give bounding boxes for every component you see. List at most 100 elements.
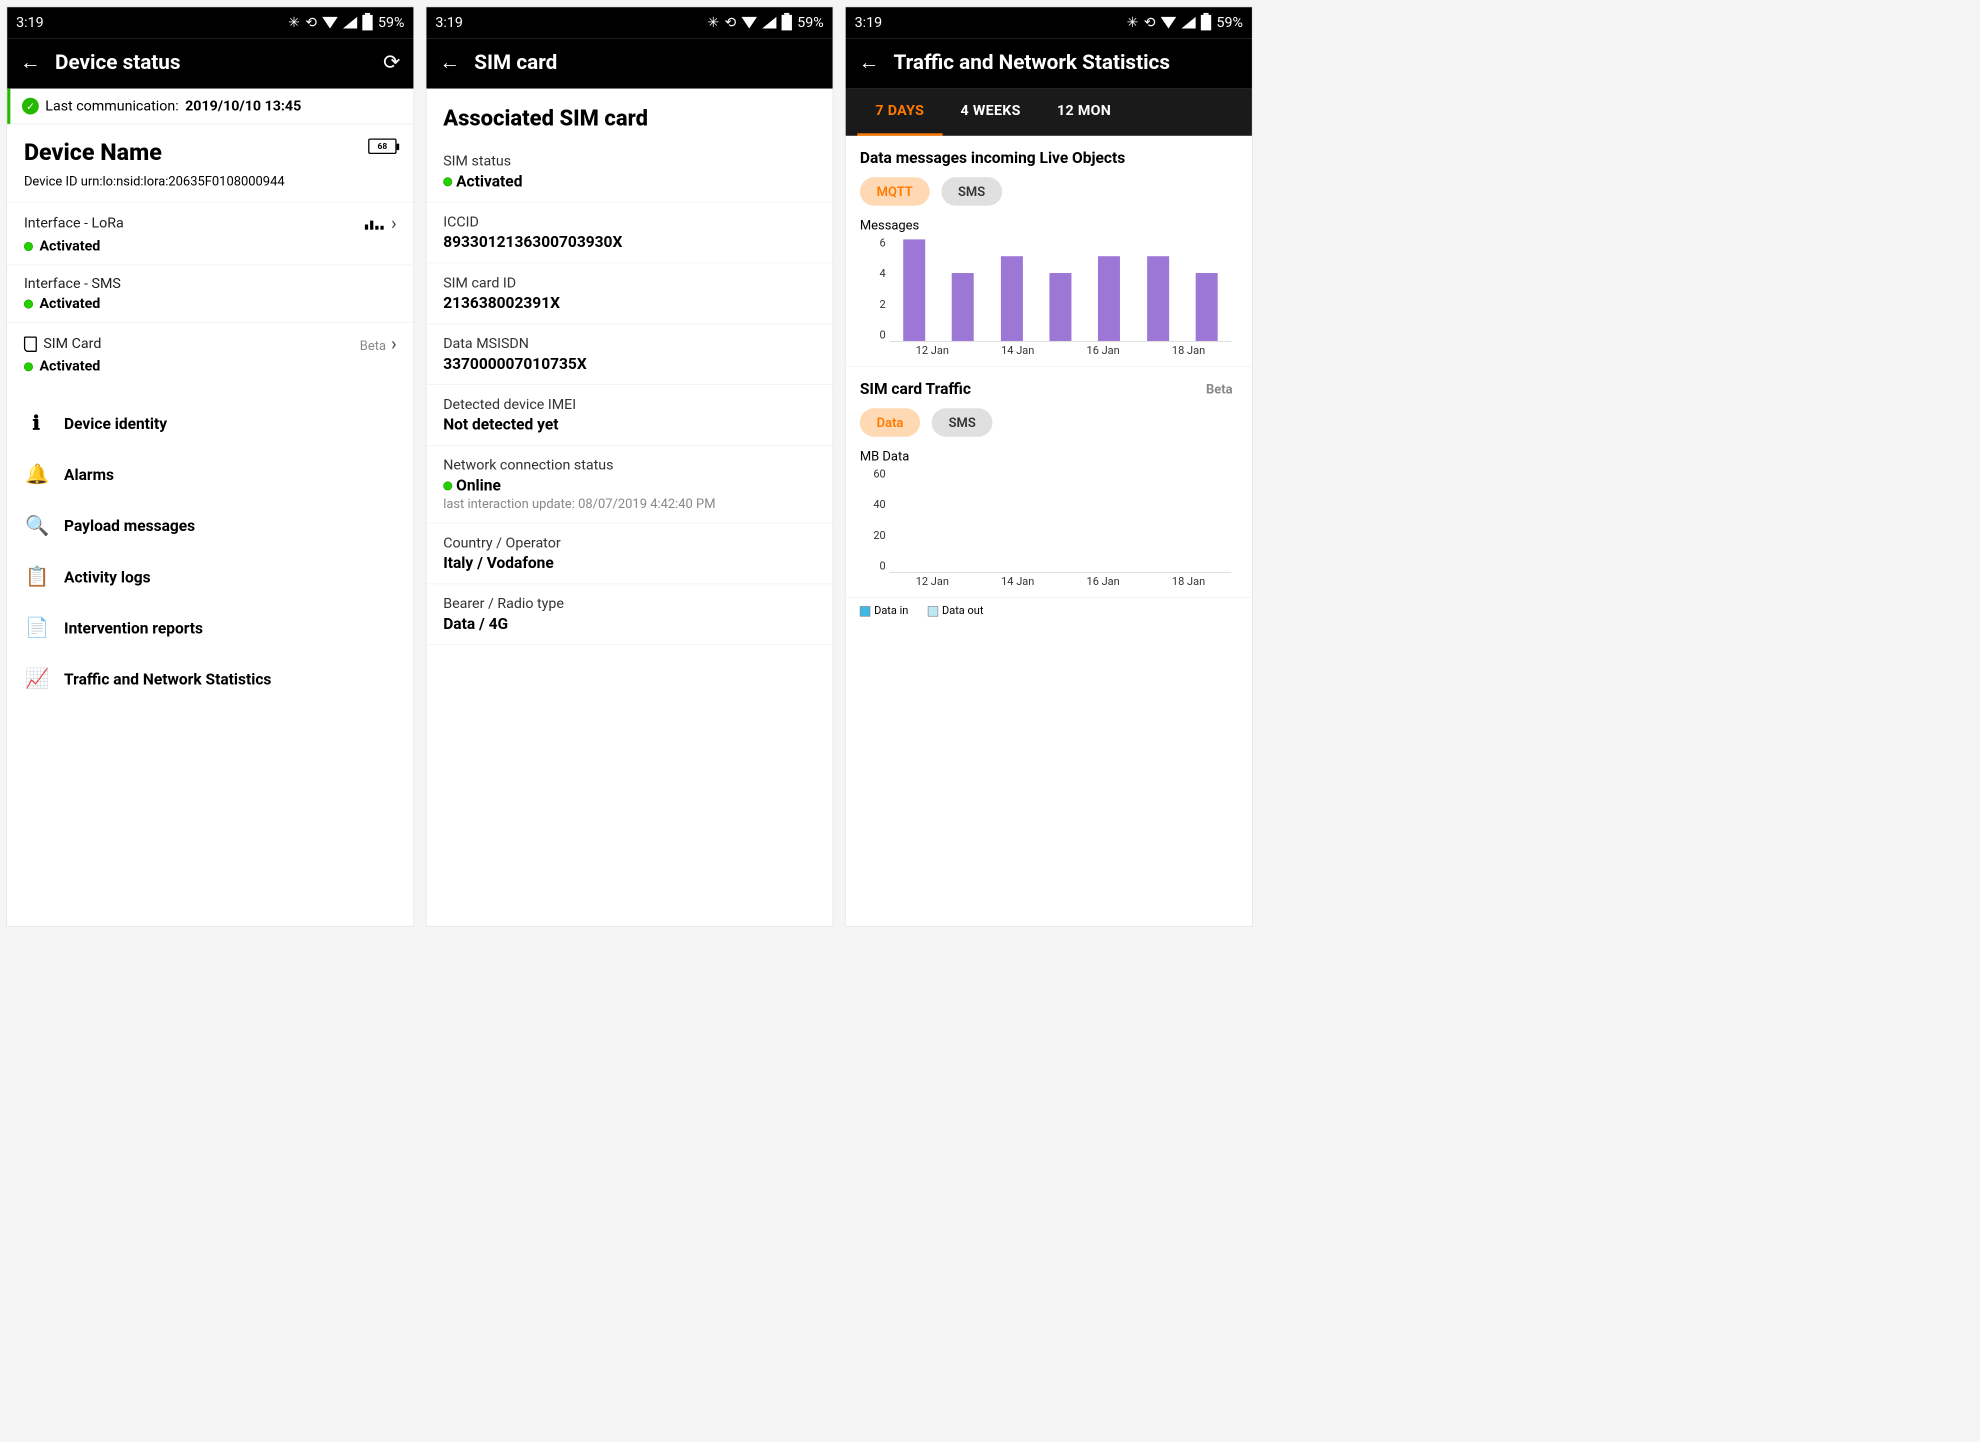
sim-row-key: ICCID [443, 214, 816, 230]
sim-row-value: Activated [443, 172, 816, 190]
chart1-xaxis: 12 Jan14 Jan16 Jan18 Jan [890, 344, 1232, 360]
sim-row-sub: last interaction update: 08/07/2019 4:42… [443, 496, 816, 512]
menu-item[interactable]: 🔍 Payload messages [7, 500, 413, 551]
legend-data-in: Data in [860, 604, 908, 617]
device-name: Device Name [24, 138, 162, 165]
menu-icon: 🔔 [25, 463, 47, 486]
sim-row-value: 8933012136300703930X [443, 233, 816, 251]
menu-item[interactable]: 📋Activity logs [7, 551, 413, 602]
bar [1001, 256, 1023, 341]
chevron-right-icon: › [391, 333, 396, 354]
back-icon[interactable]: ← [439, 52, 460, 73]
bluetooth-icon: ✳ [1127, 15, 1139, 31]
interface-status: Activated [24, 358, 397, 374]
status-time: 3:19 [435, 15, 462, 31]
chip-mqtt[interactable]: MQTT [860, 177, 930, 205]
vibrate-icon: ⟲ [724, 15, 736, 31]
panel-sim-traffic: SIM card Traffic Beta Data SMS MB Data 60… [846, 367, 1252, 598]
chip-data[interactable]: Data [860, 408, 920, 436]
menu-item[interactable]: ℹDevice identity [7, 398, 413, 449]
battery-icon [362, 15, 372, 31]
last-comm-value: 2019/10/10 13:45 [185, 98, 301, 114]
panel-sim-title: SIM card Traffic [860, 380, 971, 398]
chip-sms[interactable]: SMS [941, 177, 1002, 205]
panel-sim-beta: Beta [1206, 381, 1233, 397]
bar [1049, 273, 1071, 341]
tab-7-days[interactable]: 7 DAYS [857, 89, 942, 136]
sim-heading: Associated SIM card [426, 89, 832, 142]
legend-data-out: Data out [928, 604, 984, 617]
status-dot-icon [443, 481, 452, 490]
menu-item[interactable]: 📈Traffic and Network Statistics [7, 653, 413, 704]
app-bar: ← Device status ⟳ [7, 38, 413, 88]
status-dot-icon [443, 177, 452, 186]
bar [1098, 256, 1120, 341]
signal-icon [365, 221, 384, 230]
page-title: SIM card [474, 50, 819, 75]
device-header: Device Name 68 [7, 124, 413, 173]
wifi-icon [1161, 17, 1177, 29]
battery-pct: 59% [797, 15, 823, 31]
page-title: Device status [55, 50, 369, 75]
cell-signal-icon [1182, 17, 1196, 29]
menu-item[interactable]: 🔔 Alarms [7, 449, 413, 500]
tab-12-mon[interactable]: 12 MON [1039, 89, 1129, 136]
chevron-right-icon: › [391, 213, 396, 234]
menu-item[interactable]: 📄Intervention reports [7, 602, 413, 653]
interface-row: Interface - SMSActivated [7, 265, 413, 323]
screen-sim-card: 3:19 ✳ ⟲ 59% ← SIM card Associated SIM c… [426, 6, 834, 926]
content: Associated SIM card SIM status Activated… [426, 89, 832, 926]
chart1-yaxis: 6420 [860, 237, 886, 342]
chart1-plot [890, 239, 1232, 341]
sim-row-key: Country / Operator [443, 535, 816, 551]
chip-sms[interactable]: SMS [932, 408, 993, 436]
status-time: 3:19 [16, 15, 43, 31]
content: ✓ Last communication: 2019/10/10 13:45 D… [7, 89, 413, 926]
panel-sim-chips: Data SMS [860, 408, 1238, 436]
refresh-icon[interactable]: ⟳ [383, 52, 400, 73]
interface-row[interactable]: Interface - LoRa›Activated [7, 202, 413, 265]
sim-icon [24, 336, 37, 352]
time-range-tabs: 7 DAYS4 WEEKS12 MON [846, 89, 1252, 136]
status-bar: 3:19 ✳ ⟲ 59% [426, 7, 832, 38]
menu-label: Payload messages [64, 517, 195, 535]
sim-row-value: Not detected yet [443, 415, 816, 433]
vibrate-icon: ⟲ [305, 15, 317, 31]
sim-row-value: Online [443, 476, 816, 494]
battery-pct: 59% [378, 15, 404, 31]
status-dot-icon [24, 299, 33, 308]
sim-row-key: Bearer / Radio type [443, 596, 816, 612]
last-communication-banner: ✓ Last communication: 2019/10/10 13:45 [7, 89, 413, 125]
menu-icon: 🔍 [25, 514, 47, 537]
sim-row-key: SIM card ID [443, 275, 816, 291]
sim-row-key: Detected device IMEI [443, 397, 816, 413]
status-dot-icon [24, 242, 33, 251]
menu-label: Alarms [64, 466, 114, 484]
sim-heading-text: Associated SIM card [443, 105, 816, 131]
device-id: Device ID urn:lo:nsid:lora:20635F0108000… [7, 173, 413, 201]
chart2-legend: Data in Data out [846, 598, 1252, 629]
panel-messages-title: Data messages incoming Live Objects [860, 149, 1125, 167]
app-bar: ← SIM card [426, 38, 832, 88]
sim-row: Country / Operator Italy / Vodafone [426, 523, 832, 584]
chart1-subtitle: Messages [860, 217, 1238, 233]
device-battery-icon: 68 [368, 138, 396, 154]
content: Data messages incoming Live Objects MQTT… [846, 136, 1252, 926]
sim-row-value: Italy / Vodafone [443, 554, 816, 572]
chart-mbdata: 6040200 12 Jan14 Jan16 Jan18 Jan [860, 468, 1238, 591]
interface-label: SIM Card [24, 336, 101, 352]
menu-icon: 📋 [25, 565, 47, 588]
back-icon[interactable]: ← [859, 52, 880, 73]
chart2-subtitle: MB Data [860, 448, 1238, 464]
menu-label: Intervention reports [64, 619, 203, 637]
sim-row: ICCID 8933012136300703930X [426, 203, 832, 264]
interface-status: Activated [24, 238, 397, 254]
interface-row[interactable]: SIM CardBeta›Activated [7, 322, 413, 385]
menu-label: Device identity [64, 414, 167, 432]
wifi-icon [742, 17, 758, 29]
sim-row-value: Data / 4G [443, 615, 816, 633]
cell-signal-icon [762, 17, 776, 29]
tab-4-weeks[interactable]: 4 WEEKS [942, 89, 1038, 136]
back-icon[interactable]: ← [20, 52, 41, 73]
bar [952, 273, 974, 341]
